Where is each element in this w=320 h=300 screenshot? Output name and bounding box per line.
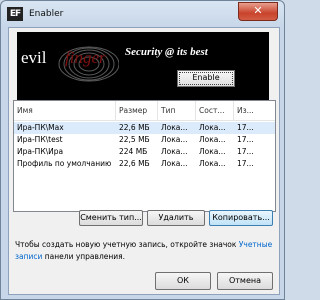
profiles-list[interactable]: Имя Размер Тип Сост... Из... Ира-ПК\Max … (13, 100, 276, 212)
change-type-button[interactable]: Сменить тип... (79, 210, 143, 226)
table-row[interactable]: Ира-ПК\test 22,5 МБ Лока... Лока... 17..… (14, 134, 275, 146)
slogan-text: Security @ its best (125, 46, 208, 58)
evilfinger-banner: evil finger Security @ its best Enable (17, 32, 269, 100)
cell-type: Лока... (161, 135, 188, 144)
ok-button[interactable]: ОК (155, 272, 211, 290)
cancel-button[interactable]: Отмена (217, 272, 273, 290)
copy-button[interactable]: Копировать... (209, 210, 273, 226)
cell-state: Лока... (199, 147, 226, 156)
app-icon: EF (7, 7, 23, 21)
cell-size: 22,6 МБ (119, 159, 150, 168)
close-button[interactable]: ✕ (238, 2, 278, 21)
enable-button[interactable]: Enable (177, 70, 235, 87)
list-header: Имя Размер Тип Сост... Из... (14, 101, 275, 121)
dialog-body: evil finger Security @ its best Enable И… (8, 27, 280, 295)
brand-finger-text: finger (65, 48, 106, 67)
column-header-modified[interactable]: Из... (234, 101, 275, 120)
column-header-type[interactable]: Тип (158, 101, 196, 120)
table-row[interactable]: Профиль по умолчанию 22,6 МБ Лока... Лок… (14, 158, 275, 170)
column-header-name[interactable]: Имя (14, 101, 116, 120)
cell-size: 22,5 МБ (119, 135, 150, 144)
cell-modified: 17... (237, 147, 254, 156)
cell-modified: 17... (237, 123, 254, 132)
cell-name: Ира-ПК\test (17, 135, 63, 144)
enabler-window: EF Enabler ✕ evil finger Security @ its (0, 0, 285, 300)
cell-modified: 17... (237, 159, 254, 168)
cell-name: Ира-ПК\Max (17, 123, 64, 132)
cell-state: Лока... (199, 135, 226, 144)
title-bar[interactable]: EF Enabler ✕ (1, 1, 284, 27)
info-text-before: Чтобы создать новую учетную запись, откр… (15, 240, 239, 249)
cell-modified: 17... (237, 135, 254, 144)
info-text-after: панели управления. (42, 252, 126, 261)
evilfinger-logo: evil finger (21, 46, 119, 82)
cell-name: Ира-ПК\Ира (17, 147, 64, 156)
cell-size: 224 МБ (119, 147, 148, 156)
brand-evil-text: evil (21, 48, 47, 67)
table-row[interactable]: Ира-ПК\Ира 224 МБ Лока... Лока... 17... (14, 146, 275, 158)
table-row[interactable]: Ира-ПК\Max 22,6 МБ Лока... Лока... 17... (14, 122, 275, 134)
cell-size: 22,6 МБ (119, 123, 150, 132)
cell-type: Лока... (161, 147, 188, 156)
cell-name: Профиль по умолчанию (17, 159, 112, 168)
window-title: Enabler (29, 9, 64, 19)
cell-type: Лока... (161, 159, 188, 168)
cell-state: Лока... (199, 123, 226, 132)
column-header-size[interactable]: Размер (116, 101, 158, 120)
delete-button[interactable]: Удалить (147, 210, 205, 226)
cell-state: Лока... (199, 159, 226, 168)
cell-type: Лока... (161, 123, 188, 132)
column-header-state[interactable]: Сост... (196, 101, 234, 120)
info-text: Чтобы создать новую учетную запись, откр… (15, 239, 273, 263)
